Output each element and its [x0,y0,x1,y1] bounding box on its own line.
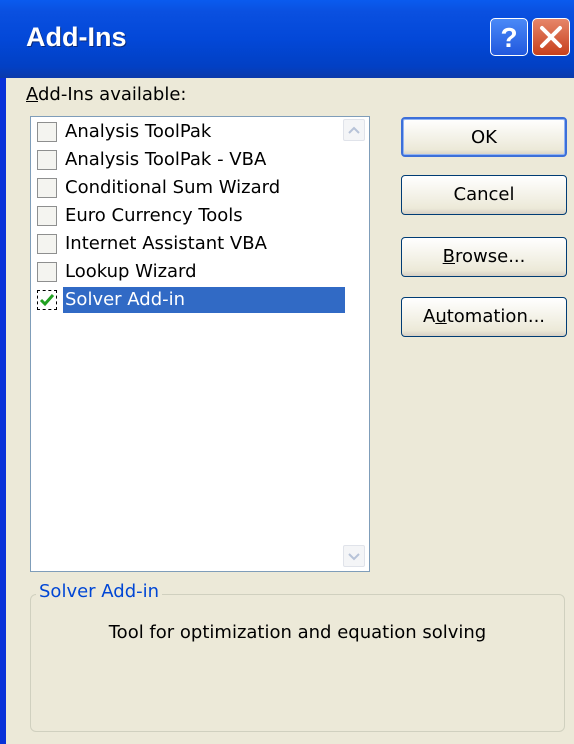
list-item[interactable]: Internet Assistant VBA [35,231,345,257]
list-item[interactable]: Analysis ToolPak - VBA [35,147,345,173]
add-ins-dialog: Add-Ins ? Add-Ins available: Analysis To… [0,0,574,744]
list-item-label: Conditional Sum Wizard [65,177,281,198]
help-button[interactable]: ? [490,18,528,56]
add-ins-list[interactable]: Analysis ToolPak Analysis ToolPak - VBA … [30,116,370,572]
list-item-label: Analysis ToolPak [65,121,212,142]
list-item-label: Internet Assistant VBA [65,233,267,254]
window-title: Add-Ins [26,22,127,52]
cancel-button[interactable]: Cancel [401,175,567,215]
browse-button[interactable]: Browse... [401,237,567,277]
checkbox[interactable] [37,206,57,226]
checkbox[interactable] [37,122,57,142]
description-text: Tool for optimization and equation solvi… [108,622,487,643]
checkmark-icon [39,294,55,307]
title-bar[interactable]: Add-Ins ? [0,0,574,78]
list-item-label: Solver Add-in [63,287,345,313]
list-item-label: Euro Currency Tools [65,205,243,226]
list-item-selected[interactable]: Solver Add-in [35,287,345,313]
ok-button[interactable]: OK [401,117,567,157]
checkbox[interactable] [37,150,57,170]
list-item[interactable]: Analysis ToolPak [35,119,345,145]
list-item-label: Analysis ToolPak - VBA [65,149,267,170]
chevron-up-icon [348,126,360,134]
add-ins-available-label: Add-Ins available: [26,84,187,105]
close-icon [540,26,562,48]
description-group [30,594,565,732]
svg-text:?: ? [500,22,517,53]
scroll-up-button[interactable] [343,119,365,141]
checkbox[interactable] [37,262,57,282]
list-item[interactable]: Conditional Sum Wizard [35,175,345,201]
list-item-label: Lookup Wizard [65,261,197,282]
list-item[interactable]: Euro Currency Tools [35,203,345,229]
close-button[interactable] [532,18,570,56]
checkbox-checked[interactable] [37,290,57,310]
checkbox[interactable] [37,234,57,254]
automation-button[interactable]: Automation... [401,297,567,337]
question-icon: ? [500,22,517,53]
chevron-down-icon [348,553,360,561]
description-heading: Solver Add-in [36,581,163,602]
checkbox[interactable] [37,178,57,198]
list-item[interactable]: Lookup Wizard [35,259,345,285]
scroll-down-button[interactable] [343,545,365,567]
